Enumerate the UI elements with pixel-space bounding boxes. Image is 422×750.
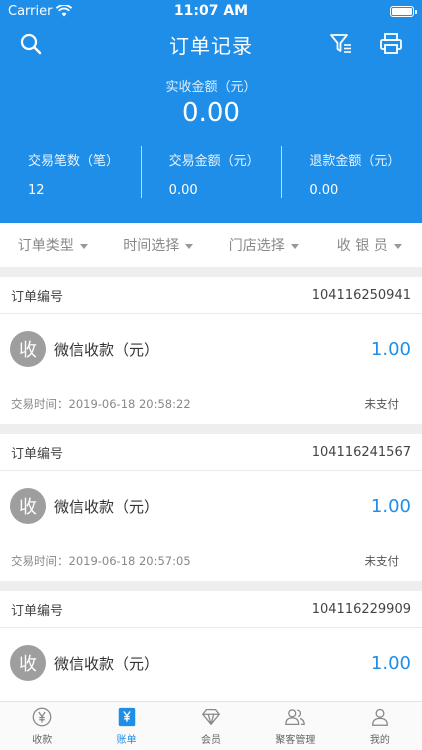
yen-coin-icon — [32, 707, 52, 727]
tab-label: 会员 — [201, 735, 222, 746]
stat-transaction-count: 交易笔数（笔） 12 — [0, 146, 141, 198]
stat-label: 交易金额（元） — [168, 154, 260, 169]
page-title: 订单记录 — [169, 34, 253, 58]
stat-refund-amount: 退款金额（元） 0.00 — [281, 146, 422, 198]
order-list: 订单编号 104116250941 收 微信收款（元） 1.00 交易时间：20… — [0, 277, 422, 748]
filter-icon[interactable] — [329, 32, 353, 56]
tab-label: 账单 — [116, 735, 137, 746]
tab-label: 我的 — [369, 735, 390, 746]
person-icon — [371, 708, 388, 726]
filter-label: 门店选择 — [228, 238, 285, 254]
users-icon — [285, 709, 306, 725]
tab-label: 收款 — [32, 735, 53, 746]
filter-bar: 订单类型 时间选择 门店选择 收 银 员 — [0, 223, 422, 267]
caret-down-icon — [393, 243, 402, 249]
stats-row: 交易笔数（笔） 12 交易金额（元） 0.00 退款金额（元） 0.00 — [0, 146, 422, 198]
order-amount: 1.00 — [370, 652, 411, 674]
stat-value: 12 — [28, 183, 45, 198]
payment-type: 微信收款（元） — [54, 340, 160, 359]
tab-mine[interactable]: 我的 — [338, 702, 422, 750]
caret-down-icon — [185, 243, 194, 249]
status-bar: Carrier 11:07 AM — [0, 0, 422, 22]
payment-type: 微信收款（元） — [54, 654, 160, 673]
tab-bar: 收款 账单 会员 聚客管理 我的 — [0, 701, 422, 750]
filter-label: 订单类型 — [17, 238, 74, 254]
avatar: 收 — [10, 488, 46, 524]
tab-label: 聚客管理 — [275, 735, 316, 746]
status-time: 11:07 AM — [173, 3, 249, 19]
order-no-label: 订单编号 — [11, 603, 64, 619]
order-no-label: 订单编号 — [11, 446, 64, 462]
filter-label: 时间选择 — [123, 238, 180, 254]
caret-down-icon — [290, 243, 299, 249]
order-amount: 1.00 — [370, 338, 411, 360]
filter-order-type[interactable]: 订单类型 — [0, 223, 106, 267]
filter-cashier[interactable]: 收 银 员 — [317, 223, 422, 267]
stat-value: 0.00 — [168, 183, 198, 198]
status-badge: 未支付 — [364, 397, 400, 411]
order-card[interactable]: 订单编号 104116250941 收 微信收款（元） 1.00 交易时间：20… — [0, 277, 422, 424]
filter-time[interactable]: 时间选择 — [106, 223, 212, 267]
stat-transaction-amount: 交易金额（元） 0.00 — [140, 146, 282, 198]
tab-customer-management[interactable]: 聚客管理 — [253, 702, 337, 750]
status-badge: 未支付 — [364, 554, 400, 568]
order-body: 收 微信收款（元） 1.00 — [0, 628, 422, 698]
order-footer: 交易时间：2019-06-18 20:57:05 未支付 — [0, 541, 422, 581]
order-no: 104116250941 — [311, 287, 411, 303]
tab-member[interactable]: 会员 — [169, 702, 253, 750]
order-header: 订单编号 104116241567 — [0, 434, 422, 471]
nav-bar: 订单记录 — [0, 28, 422, 60]
order-header: 订单编号 104116250941 — [0, 277, 422, 314]
order-no: 104116241567 — [311, 444, 411, 460]
header: Carrier 11:07 AM 订单记录 实收金额（元） 0.00 交易笔数（… — [0, 0, 422, 223]
tab-collect[interactable]: 收款 — [0, 702, 84, 750]
stat-value: 0.00 — [309, 183, 339, 198]
filter-label: 收 银 员 — [336, 238, 388, 254]
order-card[interactable]: 订单编号 104116241567 收 微信收款（元） 1.00 交易时间：20… — [0, 434, 422, 581]
order-no-label: 订单编号 — [11, 289, 64, 305]
order-body: 收 微信收款（元） 1.00 — [0, 314, 422, 384]
stat-label: 交易笔数（笔） — [28, 154, 120, 169]
battery-icon — [390, 5, 417, 17]
payment-type: 微信收款（元） — [54, 497, 160, 516]
avatar: 收 — [10, 645, 46, 681]
order-time: 交易时间：2019-06-18 20:57:05 — [11, 554, 191, 568]
order-time: 交易时间：2019-06-18 20:58:22 — [11, 397, 191, 411]
order-header: 订单编号 104116229909 — [0, 591, 422, 628]
diamond-icon — [202, 709, 220, 725]
printer-icon[interactable] — [379, 32, 403, 56]
order-body: 收 微信收款（元） 1.00 — [0, 471, 422, 541]
bill-icon — [118, 707, 135, 727]
tab-bill[interactable]: 账单 — [84, 702, 168, 750]
order-no: 104116229909 — [311, 601, 411, 617]
order-footer: 交易时间：2019-06-18 20:58:22 未支付 — [0, 384, 422, 424]
received-amount: 0.00 — [182, 98, 240, 128]
filter-store[interactable]: 门店选择 — [211, 223, 317, 267]
caret-down-icon — [79, 243, 88, 249]
order-amount: 1.00 — [370, 495, 411, 517]
stat-label: 退款金额（元） — [309, 154, 401, 169]
avatar: 收 — [10, 331, 46, 367]
received-label: 实收金额（元） — [165, 80, 257, 95]
